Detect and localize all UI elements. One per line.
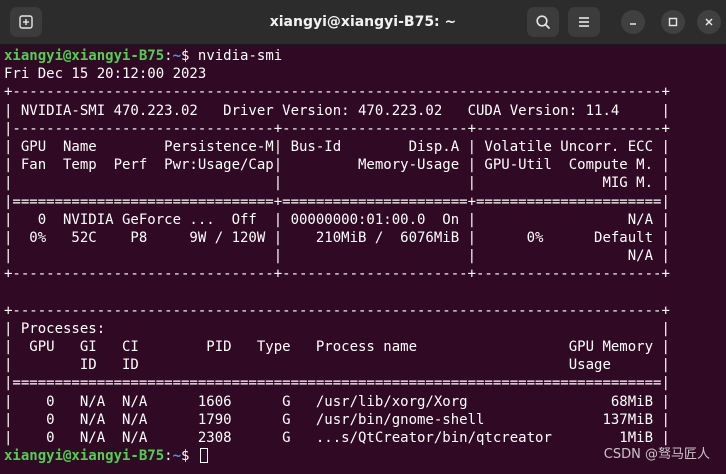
output-line: | GPU GI CI PID Type Process name GPU Me…	[4, 339, 670, 355]
new-tab-button[interactable]	[10, 7, 42, 37]
watermark: CSDN @驽马匠人	[603, 447, 710, 462]
output-line: | ID ID Usage |	[4, 357, 670, 374]
output-line: | 0% 52C P8 9W / 120W | 210MiB / 6076MiB…	[4, 229, 670, 246]
new-tab-icon	[19, 15, 33, 29]
text-cursor	[199, 448, 208, 464]
output-line: | 0 NVIDIA GeForce ... Off | 00000000:01…	[4, 211, 670, 228]
close-button[interactable]	[697, 10, 721, 34]
output-line: | Processes: |	[4, 320, 670, 337]
output-line: |=======================================…	[4, 375, 670, 392]
output-line: | | | MIG M. |	[4, 175, 670, 192]
search-icon	[536, 15, 550, 29]
title-bar[interactable]: xiangyi@xiangyi-B75: ~	[0, 0, 726, 45]
prompt-separator: :	[164, 448, 173, 465]
output-line: |-------------------------------+-------…	[4, 120, 670, 137]
prompt-user: xiangyi@xiangyi-B75	[4, 448, 165, 465]
window-title: xiangyi@xiangyi-B75: ~	[269, 14, 457, 30]
hamburger-menu-icon	[579, 17, 589, 27]
menu-button[interactable]	[568, 7, 600, 37]
output-line: Fri Dec 15 20:12:00 2023	[4, 66, 207, 83]
prompt-path: ~	[172, 48, 182, 64]
output-line: | NVIDIA-SMI 470.223.02 Driver Version: …	[4, 102, 670, 119]
close-icon	[705, 18, 713, 26]
prompt-user: xiangyi@xiangyi-B75	[4, 48, 165, 64]
output-line: | 0 N/A N/A 1606 G /usr/lib/xorg/Xorg 68…	[4, 393, 670, 410]
minimize-button[interactable]	[621, 10, 645, 34]
output-line: | 0 N/A N/A 1790 G /usr/bin/gnome-shell …	[4, 411, 670, 428]
prompt-separator: :	[164, 48, 173, 64]
maximize-button[interactable]	[661, 10, 685, 34]
command-text: nvidia-smi	[197, 48, 283, 64]
maximize-icon	[668, 17, 678, 27]
output-line: |===============================+=======…	[4, 193, 670, 210]
output-line: | GPU Name Persistence-M| Bus-Id Disp.A …	[4, 138, 670, 155]
output-line: +---------------------------------------…	[4, 302, 670, 319]
terminal-output[interactable]: xiangyi@xiangyi-B75:~$ nvidia-smi Fri De…	[4, 47, 726, 474]
output-line: +---------------------------------------…	[4, 84, 670, 101]
minimize-icon	[630, 23, 636, 25]
command-line: xiangyi@xiangyi-B75:~$ nvidia-smi	[4, 47, 726, 65]
output-line: | Fan Temp Perf Pwr:Usage/Cap| Memory-Us…	[4, 157, 670, 174]
search-button[interactable]	[527, 7, 559, 37]
output-line: +-------------------------------+-------…	[4, 266, 670, 283]
prompt-symbol: $	[181, 48, 198, 64]
prompt-symbol: $	[181, 448, 198, 465]
prompt-path: ~	[172, 448, 182, 465]
output-line: | | | N/A |	[4, 248, 670, 265]
terminal-window: xiangyi@xiangyi-B75: ~ xiangyi@xiangyi-B…	[0, 0, 726, 474]
